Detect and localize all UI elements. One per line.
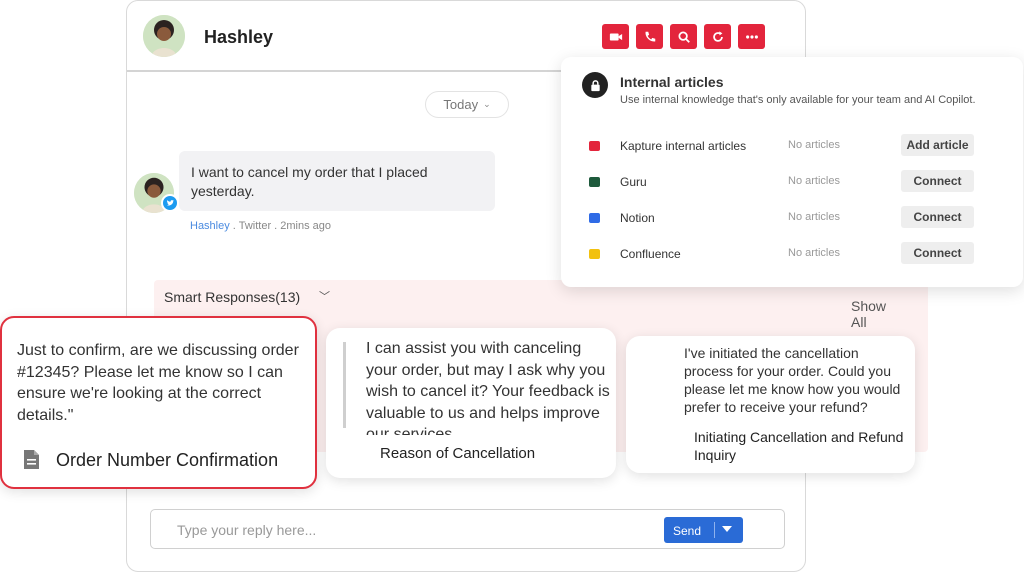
refresh-button[interactable] — [704, 24, 731, 49]
chevron-down-icon[interactable]: ﹀ — [319, 288, 330, 304]
smart-response-card[interactable]: Just to confirm, are we discussing order… — [0, 316, 317, 489]
message-source-time: . Twitter . 2mins ago — [229, 220, 332, 232]
source-color-swatch — [589, 177, 600, 187]
contact-name: Hashley — [204, 27, 274, 47]
phone-icon — [645, 31, 655, 41]
smart-response-text: Just to confirm, are we discussing order… — [17, 342, 299, 424]
smart-response-card[interactable]: I can assist you with canceling your ord… — [326, 328, 616, 478]
chevron-down-icon: ⌄ — [483, 99, 491, 109]
send-button[interactable]: Send — [664, 517, 743, 543]
send-divider — [714, 522, 715, 538]
date-filter-dropdown[interactable]: Today ⌄ — [425, 91, 509, 118]
source-status: No articles — [788, 247, 840, 259]
connect-confluence-button[interactable]: Connect — [901, 242, 974, 264]
internal-articles-subtitle: Use internal knowledge that's only avail… — [620, 94, 976, 106]
search-button[interactable] — [670, 24, 697, 49]
smart-response-card[interactable]: I've initiated the cancellation process … — [626, 336, 915, 473]
reply-input-container[interactable]: Type your reply here... Send — [150, 509, 785, 549]
lock-icon — [582, 72, 608, 98]
message-bubble: I want to cancel my order that I placed … — [179, 151, 495, 211]
video-icon — [609, 33, 622, 40]
internal-articles-card: Internal articles Use internal knowledge… — [561, 57, 1023, 287]
quote-bar — [343, 342, 346, 428]
smart-response-label: Order Number Confirmation — [56, 450, 279, 470]
message-meta: Hashley . Twitter . 2mins ago — [190, 220, 331, 232]
contact-avatar[interactable] — [143, 15, 185, 57]
phone-call-button[interactable] — [636, 24, 663, 49]
source-name: Notion — [620, 211, 655, 225]
message-author[interactable]: Hashley — [190, 220, 230, 232]
source-name: Kapture internal articles — [620, 139, 747, 153]
source-status: No articles — [788, 175, 840, 187]
source-status: No articles — [788, 211, 840, 223]
search-icon — [677, 30, 690, 43]
smart-responses-title[interactable]: Smart Responses(13) — [164, 289, 300, 305]
article-source-notion: Notion No articles Connect — [561, 206, 1023, 230]
twitter-icon — [161, 194, 179, 212]
date-filter-label: Today — [443, 97, 479, 112]
connect-guru-button[interactable]: Connect — [901, 170, 974, 192]
more-options-button[interactable] — [738, 24, 765, 49]
document-icon — [24, 450, 39, 469]
source-name: Guru — [620, 175, 647, 189]
source-color-swatch — [589, 213, 600, 223]
show-all-link[interactable]: Show All — [851, 298, 886, 330]
internal-articles-title: Internal articles — [620, 74, 724, 90]
header-actions — [602, 24, 765, 49]
article-source-kapture: Kapture internal articles No articles Ad… — [561, 134, 1023, 158]
more-icon — [745, 34, 758, 39]
article-source-confluence: Confluence No articles Connect — [561, 242, 1023, 266]
smart-response-label: Reason of Cancellation — [380, 445, 536, 462]
smart-response-text: I've initiated the cancellation process … — [684, 345, 901, 415]
smart-response-label: Initiating Cancellation and Refund Inqui… — [694, 429, 904, 463]
source-name: Confluence — [620, 247, 681, 261]
connect-notion-button[interactable]: Connect — [901, 206, 974, 228]
source-color-swatch — [589, 249, 600, 259]
source-status: No articles — [788, 139, 840, 151]
add-article-button[interactable]: Add article — [901, 134, 974, 156]
source-color-swatch — [589, 141, 600, 151]
smart-response-text: I can assist you with canceling your ord… — [366, 340, 610, 435]
send-options-caret-icon[interactable] — [722, 526, 732, 532]
article-source-guru: Guru No articles Connect — [561, 170, 1023, 194]
refresh-icon — [712, 30, 723, 42]
reply-input[interactable]: Type your reply here... — [177, 522, 316, 538]
video-call-button[interactable] — [602, 24, 629, 49]
send-label: Send — [673, 524, 702, 538]
